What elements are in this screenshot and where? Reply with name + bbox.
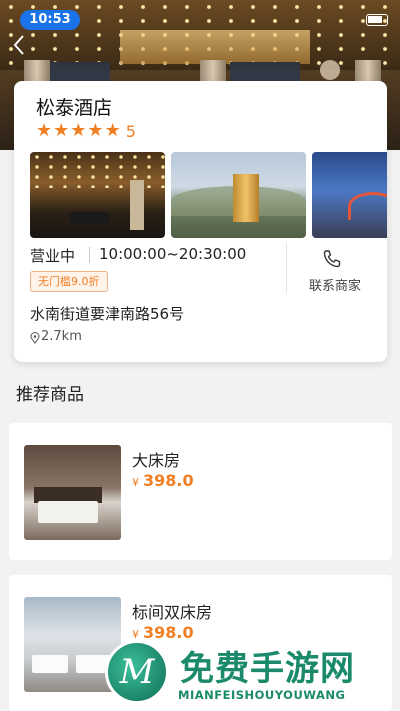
business-hours: 10:00:00~20:30:00 (99, 245, 247, 263)
status-icons (348, 14, 388, 28)
product-price: ¥398.0 (132, 623, 194, 642)
store-address[interactable]: 水南街道要津南路56号 (30, 303, 184, 324)
hero-light-band (120, 30, 310, 64)
section-title: 推荐商品 (16, 385, 84, 405)
product-card[interactable]: 大床房 ¥398.0 (9, 423, 392, 560)
product-price: ¥398.0 (132, 471, 194, 490)
watermark-subtitle: MIANFEISHOUYOUWANG (178, 688, 346, 702)
product-name: 大床房 (132, 451, 181, 470)
store-photo[interactable] (312, 152, 387, 238)
product-image[interactable] (24, 445, 121, 540)
star-icon: ★ (87, 120, 104, 141)
star-icon: ★ (104, 120, 121, 141)
watermark-logo: M (105, 640, 169, 704)
watermark-title: 免费手游网 (180, 649, 355, 689)
back-button[interactable] (12, 34, 36, 58)
currency-symbol: ¥ (132, 476, 139, 489)
open-status: 营业中 (30, 247, 76, 265)
store-rating: ★ ★ ★ ★ ★ 5 (36, 121, 136, 141)
status-time: 10:53 (20, 10, 80, 30)
hero-emblem (320, 60, 340, 80)
store-distance: 2.7km (41, 329, 82, 344)
product-name: 标间双床房 (132, 603, 213, 622)
discount-badge: 无门槛9.0折 (30, 271, 108, 292)
star-icon: ★ (53, 120, 70, 141)
contact-merchant-button[interactable]: 联系商家 (309, 275, 361, 294)
divider (89, 247, 90, 263)
store-photo[interactable] (171, 152, 306, 238)
phone-icon[interactable] (322, 249, 342, 269)
rating-value: 5 (125, 121, 136, 141)
price-value: 398.0 (143, 623, 194, 642)
store-name: 松泰酒店 (36, 97, 113, 119)
star-icon: ★ (70, 120, 87, 141)
star-icon: ★ (36, 120, 53, 141)
battery-icon (366, 14, 388, 26)
price-value: 398.0 (143, 471, 194, 490)
location-pin-icon (30, 332, 40, 344)
divider (286, 243, 287, 293)
store-photo-strip[interactable] (30, 152, 387, 238)
store-photo[interactable] (30, 152, 165, 238)
chevron-left-icon (13, 35, 24, 55)
store-card: 松泰酒店 ★ ★ ★ ★ ★ 5 营业中 10:00:00~20:30:00 无… (14, 81, 387, 362)
